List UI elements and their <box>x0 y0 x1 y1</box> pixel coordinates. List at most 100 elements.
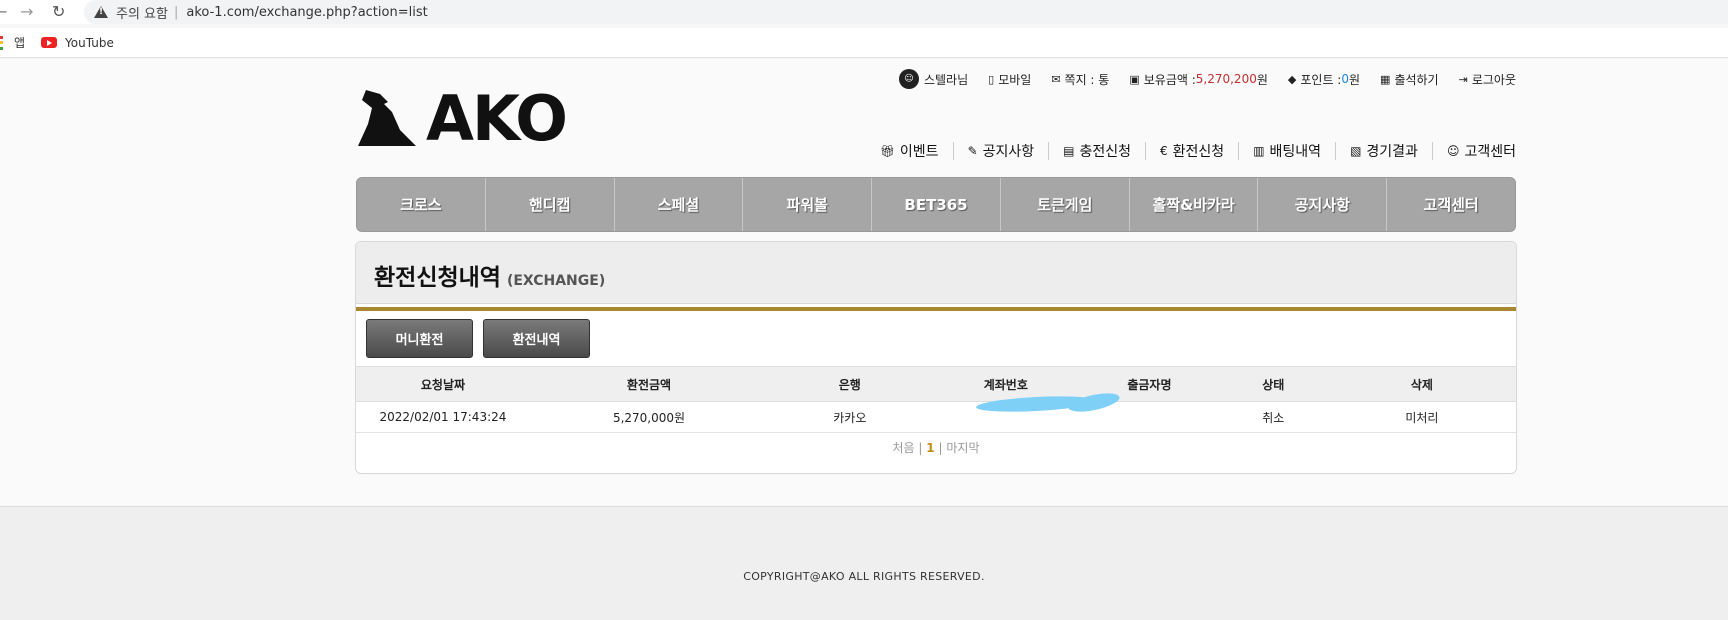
exchange-panel: 환전신청내역 (EXCHANGE) 머니환전 환전내역 요청날짜 환전금액 은행… <box>355 241 1517 474</box>
copyright-text: COPYRIGHT@AKO ALL RIGHTS RESERVED. <box>743 570 985 583</box>
message-link[interactable]: ✉ 쪽지 : 통 <box>1051 71 1109 88</box>
logo-text: AKO <box>426 82 568 155</box>
file-icon: ▤ <box>1063 144 1075 158</box>
divider <box>1431 142 1433 160</box>
page-body: AKO ☺ 스텔라님 ▯ 모바일 ✉ 쪽지 : 통 ▣ 보유금액 : 5,270… <box>0 59 1728 505</box>
attendance-label: 출석하기 <box>1394 72 1439 87</box>
menu-token-game[interactable]: 토큰게임 <box>1001 178 1130 231</box>
menu-special[interactable]: 스페셜 <box>615 178 744 231</box>
balance-unit: 원 <box>1256 72 1268 87</box>
divider <box>1238 142 1240 160</box>
footer: COPYRIGHT@AKO ALL RIGHTS RESERVED. <box>0 506 1728 620</box>
col-request-date: 요청날짜 <box>356 366 530 402</box>
pager-last[interactable]: 마지막 <box>946 441 979 455</box>
cell-status: 취소 <box>1218 401 1328 433</box>
points-value: 0 <box>1341 72 1349 86</box>
menu-handicap[interactable]: 핸디캡 <box>486 178 615 231</box>
diamond-icon: ◆ <box>1287 72 1297 86</box>
euro-icon: € <box>1160 144 1168 158</box>
page-title: 환전신청내역 <box>374 265 501 291</box>
subnav-label: 이벤트 <box>899 144 939 160</box>
subnav-label: 충전신청 <box>1079 144 1132 160</box>
address-bar[interactable]: 주의 요함 | ako-1.com/exchange.php?action=li… <box>84 0 1728 24</box>
divider <box>1145 142 1147 160</box>
subnav-results[interactable]: ▧ 경기결과 <box>1350 141 1418 161</box>
smile-icon: ☺ <box>1446 144 1460 158</box>
attendance-link[interactable]: ▦ 출석하기 <box>1380 71 1439 88</box>
youtube-icon[interactable] <box>41 37 58 48</box>
logout-label: 로그아웃 <box>1471 72 1516 87</box>
menu-notice[interactable]: 공지사항 <box>1258 178 1388 231</box>
pagination: 처음 | 1 | 마지막 <box>356 439 1516 456</box>
subnav-withdraw[interactable]: € 환전신청 <box>1160 141 1224 161</box>
subnav-label: 경기결과 <box>1366 144 1418 160</box>
mobile-label: 모바일 <box>998 72 1032 87</box>
bookmarks-bar: 앱 YouTube <box>0 28 1728 58</box>
balance-label: 보유금액 : <box>1143 72 1196 87</box>
cell-date: 2022/02/01 17:43:24 <box>356 401 530 433</box>
cell-delete[interactable]: 미처리 <box>1327 401 1516 433</box>
exchange-table: 요청날짜 환전금액 은행 계좌번호 출금자명 상태 삭제 2022/02/01 … <box>356 366 1516 433</box>
pager-first[interactable]: 처음 <box>893 441 915 455</box>
divider <box>1048 142 1050 160</box>
sub-navigation: 🎁︎ 이벤트 ✎ 공지사항 ▤ 충전신청 € 환전신청 ▥ 배팅내역 ▧ 경기결과 ☺ 고객센… <box>880 141 1516 161</box>
apps-grid-icon[interactable] <box>0 35 4 50</box>
pager-separator: | <box>938 441 943 455</box>
url-text[interactable]: ako-1.com/exchange.php?action=list <box>186 5 427 20</box>
clipboard-icon: ▧ <box>1350 144 1362 158</box>
menu-powerball[interactable]: 파워볼 <box>743 178 873 231</box>
pager-current[interactable]: 1 <box>926 441 934 455</box>
bookmark-apps[interactable]: 앱 <box>14 34 25 51</box>
subnav-label: 고객센터 <box>1464 144 1516 160</box>
menu-oddeven-baccarat[interactable]: 홀짝&바카라 <box>1130 178 1259 231</box>
eagle-logo-icon <box>358 90 416 146</box>
forward-icon[interactable]: → <box>20 2 33 21</box>
subnav-label: 공지사항 <box>982 144 1035 160</box>
avatar-icon: ☺ <box>898 69 919 89</box>
envelope-icon: ✉ <box>1051 72 1061 86</box>
main-menu: 크로스 핸디캡 스페셜 파워볼 BET365 토큰게임 홀짝&바카라 공지사항 … <box>356 177 1516 232</box>
menu-support[interactable]: 고객센터 <box>1387 178 1515 231</box>
menu-cross[interactable]: 크로스 <box>357 178 486 231</box>
divider <box>952 142 954 160</box>
points-unit: 원 <box>1348 72 1361 87</box>
page-subtitle: (EXCHANGE) <box>506 273 606 289</box>
col-bank: 은행 <box>768 366 932 402</box>
menu-bet365[interactable]: BET365 <box>872 178 1001 231</box>
mobile-link[interactable]: ▯ 모바일 <box>988 71 1031 88</box>
omnibox-separator: | <box>173 4 179 20</box>
subnav-label: 환전신청 <box>1172 144 1225 160</box>
cell-amount: 5,270,000원 <box>529 401 769 433</box>
subnav-bet-history[interactable]: ▥ 배팅내역 <box>1253 141 1321 161</box>
exchange-history-button[interactable]: 환전내역 <box>483 319 590 358</box>
col-amount: 환전금액 <box>529 366 769 402</box>
col-delete: 삭제 <box>1327 366 1516 402</box>
col-status: 상태 <box>1218 366 1328 402</box>
cell-bank: 카카오 <box>768 401 932 433</box>
subnav-label: 배팅내역 <box>1269 144 1322 160</box>
subnav-deposit[interactable]: ▤ 충전신청 <box>1063 141 1131 161</box>
subnav-support[interactable]: ☺ 고객센터 <box>1447 141 1516 161</box>
balance-value: 5,270,200 <box>1195 72 1257 86</box>
money-icon: ▣ <box>1129 72 1140 86</box>
button-row: 머니환전 환전내역 <box>356 311 1516 366</box>
warning-icon <box>94 6 108 18</box>
security-warning-label[interactable]: 주의 요함 <box>116 3 168 22</box>
subnav-notice[interactable]: ✎ 공지사항 <box>968 141 1035 161</box>
edit-icon: ✎ <box>967 144 978 158</box>
points-display: ◆ 포인트 : 0 원 <box>1288 71 1360 88</box>
panel-header: 환전신청내역 (EXCHANGE) <box>356 242 1516 304</box>
reload-icon[interactable]: ↻ <box>52 2 65 21</box>
bookmark-youtube[interactable]: YouTube <box>65 36 114 50</box>
browser-toolbar: ← → ↻ 주의 요함 | ako-1.com/exchange.php?act… <box>0 0 1728 24</box>
site-logo[interactable]: AKO <box>358 82 578 155</box>
user-profile[interactable]: ☺ 스텔라님 <box>898 69 968 89</box>
money-exchange-button[interactable]: 머니환전 <box>366 319 473 358</box>
back-icon[interactable]: ← <box>0 2 7 21</box>
document-icon: ▥ <box>1253 144 1265 158</box>
points-label: 포인트 : <box>1300 72 1342 87</box>
subnav-event[interactable]: 🎁︎ 이벤트 <box>880 141 939 161</box>
message-label: 쪽지 : 통 <box>1064 72 1110 87</box>
logout-link[interactable]: ⇥ 로그아웃 <box>1459 71 1516 88</box>
calendar-check-icon: ▦ <box>1380 72 1391 86</box>
